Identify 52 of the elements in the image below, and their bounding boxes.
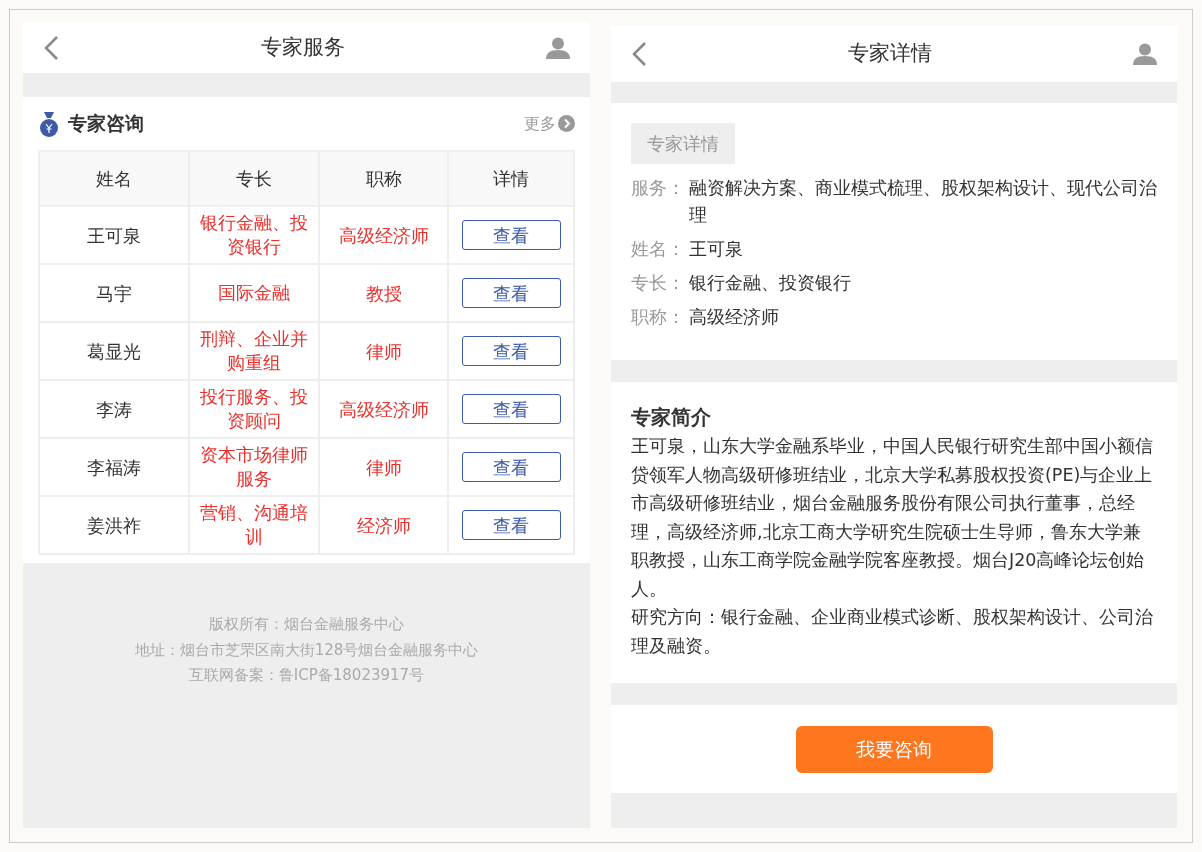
table-cell: 姜洪祚 xyxy=(39,496,189,554)
table-cell: 律师 xyxy=(319,438,448,496)
field-value: 银行金融、投资银行 xyxy=(689,271,851,295)
table-cell: 王可泉 xyxy=(39,206,189,264)
column-header: 姓名 xyxy=(39,151,189,206)
view-button[interactable]: 查看 xyxy=(461,394,561,424)
column-header: 职称 xyxy=(319,151,448,206)
table-cell: 银行金融、投资银行 xyxy=(189,206,319,264)
view-button[interactable]: 查看 xyxy=(461,220,561,250)
table-cell: 营销、沟通培训 xyxy=(189,496,319,554)
field-value: 融资解决方案、商业模式梳理、股权架构设计、现代公司治理 xyxy=(689,176,1157,227)
table-cell: 国际金融 xyxy=(189,264,319,322)
table-cell: 李涛 xyxy=(39,380,189,438)
page-title: 专家服务 xyxy=(260,33,345,61)
view-button[interactable]: 查看 xyxy=(461,336,561,366)
field-label: 服务： xyxy=(631,176,686,200)
field-label: 职称： xyxy=(631,305,686,329)
user-icon[interactable] xyxy=(1133,43,1157,65)
table-cell: 投行服务、投资顾问 xyxy=(189,380,319,438)
field-label: 姓名： xyxy=(631,237,686,261)
table-cell: 律师 xyxy=(319,322,448,380)
view-button[interactable]: 查看 xyxy=(461,278,561,308)
table-cell: 马宇 xyxy=(39,264,189,322)
money-bag-icon xyxy=(38,110,60,137)
table-cell: 刑辩、企业并购重组 xyxy=(189,322,319,380)
field-label: 专长： xyxy=(631,271,686,295)
page-title: 专家详情 xyxy=(848,40,932,68)
table-cell: 经济师 xyxy=(319,496,448,554)
field-value: 高级经济师 xyxy=(689,305,779,329)
intro-paragraph: 研究方向：银行金融、企业商业模式诊断、股权架构设计、公司治理及融资。 xyxy=(631,606,1154,658)
footer-text: 地址：烟台市芝罘区南大街128号烟台金融服务中心 xyxy=(134,639,479,661)
back-icon[interactable] xyxy=(43,34,59,61)
intro-paragraph: 王可泉，山东大学金融系毕业，中国人民银行研究生部中国小额信贷领军人物高级研修班结业，北京大学私募股权投资(PE)与企业上市高级研修班结业，烟台金融服务股份有限公司执行董事，总经理，高级经济师,北京工商大学研究生院硕士生导师，鲁东大学兼职教授，山东工商学院金融学院客座教授。烟台J20高峰论坛创始人。 xyxy=(631,435,1154,601)
table-cell: 高级经济师 xyxy=(319,380,448,438)
chevron-right-icon xyxy=(558,115,575,132)
table-cell: 葛显光 xyxy=(39,322,189,380)
table-cell: 教授 xyxy=(319,264,448,322)
table-cell: 高级经济师 xyxy=(319,206,448,264)
view-button[interactable]: 查看 xyxy=(461,510,561,540)
detail-tag: 专家详情 xyxy=(631,123,735,164)
intro-title: 专家简介 xyxy=(631,404,712,431)
column-header: 详情 xyxy=(448,151,574,206)
field-value: 王可泉 xyxy=(689,237,743,261)
table-cell: 李福涛 xyxy=(39,438,189,496)
user-icon[interactable] xyxy=(546,36,570,59)
footer-text: 互联网备案：鲁ICP备18023917号 xyxy=(188,665,425,686)
column-header: 专长 xyxy=(189,151,319,206)
footer-text: 版权所有：烟台金融服务中心 xyxy=(209,614,404,635)
view-button[interactable]: 查看 xyxy=(461,452,561,482)
section-title: 专家咨询 xyxy=(68,111,144,137)
table-cell: 资本市场律师服务 xyxy=(189,438,319,496)
back-icon[interactable] xyxy=(631,41,647,67)
